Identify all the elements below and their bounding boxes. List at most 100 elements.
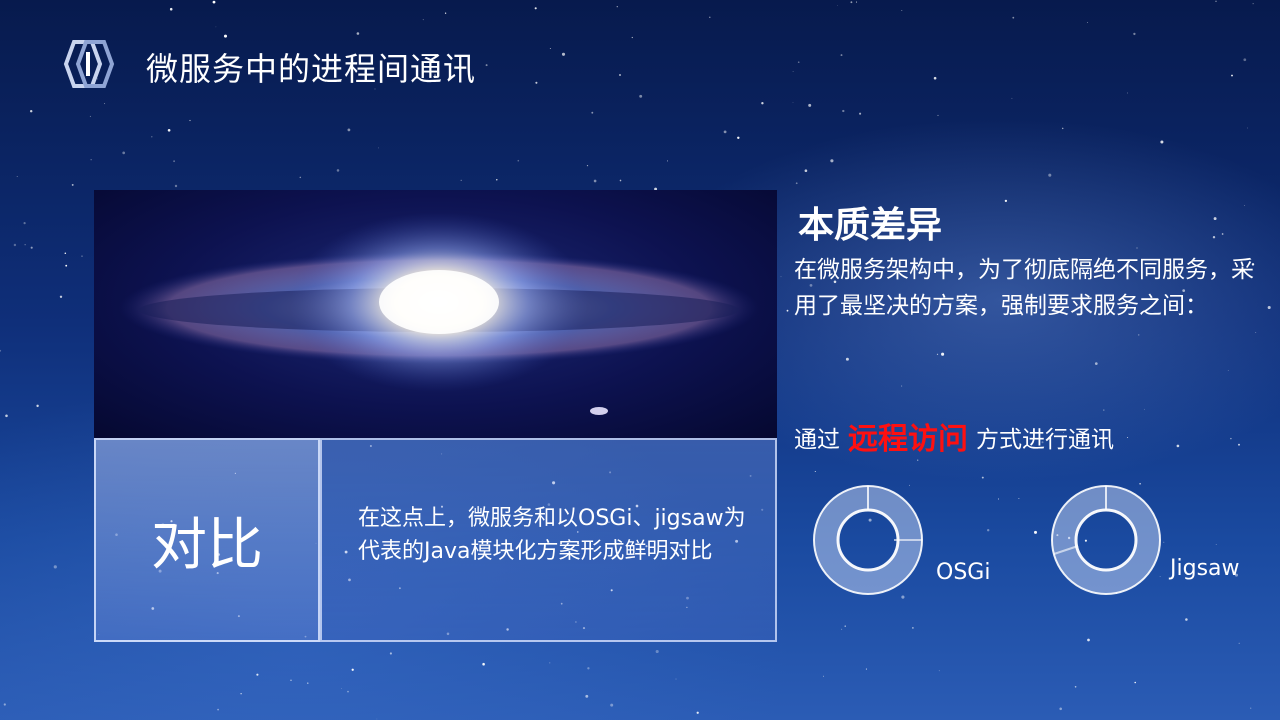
star — [1018, 498, 1020, 500]
star — [723, 130, 727, 134]
star — [290, 679, 292, 682]
star — [13, 243, 17, 247]
star — [850, 1, 853, 4]
star — [0, 349, 2, 352]
star — [223, 34, 228, 38]
star — [167, 128, 171, 132]
slide-title: 微服务中的进程间通讯 — [146, 50, 477, 88]
star — [1061, 127, 1064, 130]
star — [616, 6, 618, 8]
star — [307, 682, 309, 684]
star — [65, 264, 68, 267]
star — [933, 76, 937, 80]
star — [845, 357, 849, 361]
star — [24, 244, 26, 246]
star — [299, 176, 302, 179]
star — [1215, 543, 1217, 545]
star — [174, 184, 178, 188]
star — [169, 7, 173, 11]
star — [795, 182, 798, 185]
star — [792, 71, 794, 73]
star — [1074, 685, 1077, 688]
star — [780, 276, 782, 278]
star — [1252, 3, 1254, 5]
star — [1133, 32, 1136, 36]
star — [1250, 707, 1252, 709]
star — [1247, 127, 1248, 129]
star — [376, 718, 378, 720]
star — [29, 109, 33, 113]
star — [104, 103, 106, 105]
star — [797, 61, 800, 64]
section-heading: 本质差异 — [798, 205, 943, 246]
star — [561, 52, 566, 56]
star — [631, 36, 633, 39]
section-body: 在微服务架构中，为了彻底隔绝不同服务，采用了最坚决的方案，强制要求服务之间： — [794, 257, 1254, 319]
star — [422, 19, 424, 21]
star — [1230, 437, 1232, 440]
star — [1127, 92, 1128, 94]
star — [256, 673, 259, 676]
star — [1034, 530, 1037, 534]
star — [1012, 16, 1015, 19]
star — [842, 109, 845, 113]
star — [1221, 233, 1224, 235]
star — [1231, 74, 1233, 77]
star — [1160, 140, 1164, 144]
star — [709, 16, 711, 19]
star — [16, 176, 18, 178]
star — [1267, 305, 1271, 310]
star — [356, 32, 360, 35]
star — [987, 529, 990, 532]
star — [1103, 409, 1105, 411]
star — [865, 668, 867, 670]
star — [1244, 205, 1246, 207]
compare-text-panel: 在这点上，微服务和以OSGi、jigsaw为代表的Java模块化方案形成鲜明对比 — [320, 438, 777, 642]
star — [1004, 199, 1008, 203]
star — [938, 670, 940, 672]
star — [737, 136, 740, 140]
star — [792, 102, 794, 103]
star — [586, 165, 589, 167]
star — [151, 136, 153, 138]
star — [1144, 408, 1145, 410]
star — [351, 668, 354, 671]
compare-label-panel: 对比 — [94, 438, 320, 642]
compare-label: 对比 — [151, 512, 263, 578]
star — [655, 649, 659, 654]
star — [3, 703, 6, 706]
star — [585, 694, 589, 698]
star — [71, 183, 74, 186]
star — [485, 64, 488, 67]
communication-prefix: 通过 — [794, 427, 840, 453]
star — [1087, 22, 1088, 23]
star — [1238, 642, 1240, 644]
star — [667, 160, 668, 162]
star — [610, 703, 614, 707]
star — [917, 459, 919, 461]
star — [1163, 541, 1165, 543]
star — [1176, 444, 1180, 448]
star — [347, 690, 349, 693]
star — [460, 179, 462, 182]
star — [587, 667, 590, 670]
star — [997, 498, 1000, 500]
star — [389, 652, 392, 655]
star — [593, 179, 597, 183]
star — [591, 111, 594, 114]
star — [89, 115, 91, 117]
star — [912, 627, 914, 629]
star — [1213, 217, 1217, 221]
star — [936, 353, 939, 355]
star — [941, 352, 945, 356]
star — [844, 625, 846, 627]
star — [841, 628, 843, 630]
star — [90, 159, 92, 161]
star — [347, 128, 351, 132]
star — [761, 102, 764, 105]
star — [1255, 332, 1257, 333]
star — [53, 565, 57, 569]
star — [517, 159, 520, 162]
star — [981, 476, 984, 479]
star — [859, 112, 862, 115]
